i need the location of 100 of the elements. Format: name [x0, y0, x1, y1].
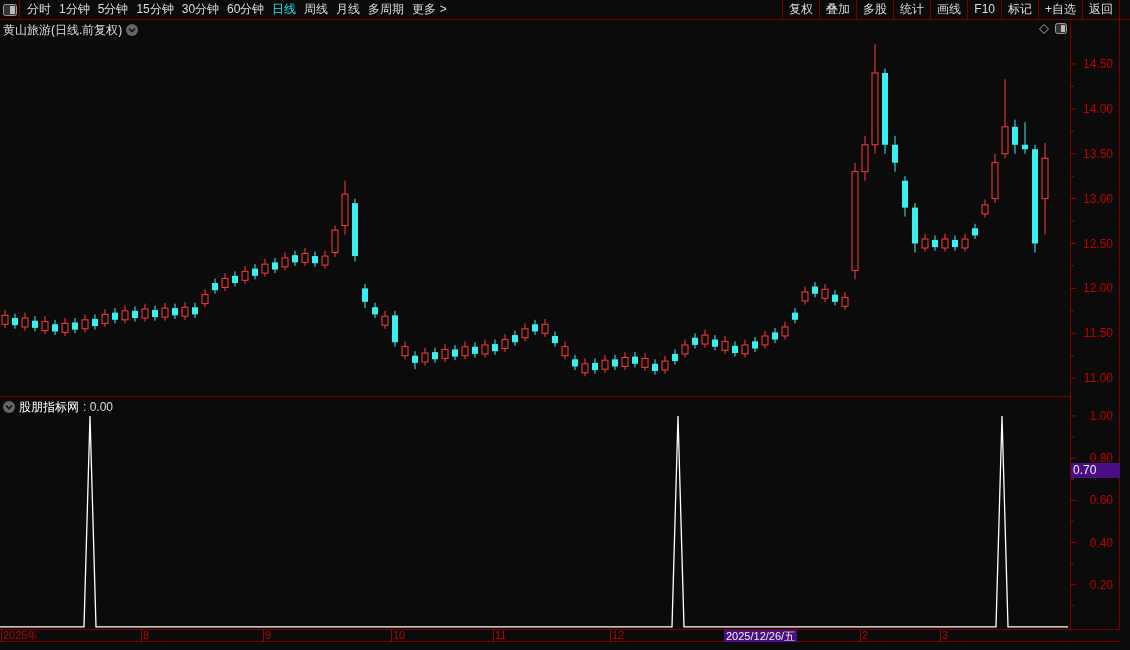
candle	[212, 278, 218, 295]
candle	[441, 343, 449, 363]
candle	[61, 317, 69, 337]
candle	[572, 354, 578, 371]
candle	[401, 340, 409, 360]
candle	[701, 329, 709, 349]
candle	[132, 305, 138, 323]
toolbar-button[interactable]: 画线	[930, 0, 968, 19]
candle	[552, 330, 558, 348]
candle	[392, 310, 398, 348]
toolbar-button[interactable]: +自选	[1038, 0, 1082, 19]
indicator-axis-label: 1.00	[1089, 408, 1113, 423]
candle	[732, 340, 738, 358]
candle	[641, 352, 649, 372]
price-label: 14.00	[1082, 101, 1113, 116]
candle	[541, 318, 549, 338]
candle	[772, 327, 778, 344]
candle	[832, 289, 838, 306]
candle	[232, 270, 238, 288]
candle	[12, 313, 18, 330]
candle	[661, 355, 669, 375]
date-label: 11	[495, 629, 507, 642]
candle	[112, 307, 118, 324]
candle	[252, 263, 258, 280]
indicator-name: 股朋指标网	[19, 399, 79, 416]
dropdown-icon[interactable]	[126, 24, 139, 36]
candle	[321, 250, 329, 270]
toolbar-button[interactable]: 叠加	[819, 0, 857, 19]
indicator-axis-label: 0.40	[1089, 535, 1113, 550]
period-tab[interactable]: 周线	[300, 0, 333, 19]
layout-toggle-button[interactable]	[0, 0, 20, 20]
candle	[161, 302, 169, 322]
diamond-icon[interactable]	[1039, 23, 1049, 34]
candle	[101, 308, 109, 328]
candle	[192, 302, 198, 319]
candle	[1, 309, 9, 329]
candle	[561, 340, 569, 360]
cursor-value-label: 0.70	[1071, 463, 1120, 478]
period-tab[interactable]: 5分钟	[93, 0, 133, 19]
candle	[902, 175, 908, 218]
candle	[452, 344, 458, 361]
candle	[472, 341, 478, 358]
period-tab[interactable]: 1分钟	[55, 0, 94, 19]
panel-toggle-icon[interactable]	[1055, 23, 1067, 34]
indicator-axis-label: 0.20	[1089, 577, 1113, 592]
toolbar-button[interactable]: 复权	[782, 0, 820, 19]
candle	[752, 336, 758, 353]
period-tab[interactable]: 多周期	[364, 0, 409, 19]
candle	[741, 339, 749, 358]
candle	[152, 304, 158, 322]
period-tab[interactable]: 15分钟	[132, 0, 178, 19]
toolbar-button[interactable]: F10	[967, 0, 1001, 19]
period-tab[interactable]: 更多 >	[408, 0, 451, 19]
candle	[632, 351, 638, 368]
toolbar-button[interactable]: 多股	[856, 0, 894, 19]
toolbar-button[interactable]: 统计	[893, 0, 931, 19]
candle	[172, 303, 178, 320]
candle	[581, 357, 589, 377]
candle	[841, 291, 849, 311]
candle	[221, 272, 229, 292]
candle	[952, 234, 958, 252]
toolbar-button[interactable]: 标记	[1001, 0, 1038, 19]
candle	[32, 315, 38, 332]
candle	[721, 335, 729, 355]
period-tab[interactable]: 30分钟	[177, 0, 224, 19]
price-label: 13.50	[1082, 146, 1113, 161]
period-tab[interactable]: 日线	[268, 0, 301, 19]
indicator-value: : 0.00	[83, 399, 114, 416]
candle	[92, 313, 98, 331]
candle	[941, 233, 949, 253]
candle	[272, 257, 278, 274]
chart-title: 黄山旅游(日线.前复权)	[3, 22, 123, 39]
candle	[362, 283, 368, 309]
candle	[681, 339, 689, 358]
date-label: 12	[612, 629, 625, 642]
price-label: 14.50	[1082, 56, 1113, 71]
date-label: 10	[393, 629, 406, 642]
candle	[761, 330, 769, 350]
candle	[241, 265, 249, 285]
date-label: 8	[143, 629, 150, 642]
price-label: 12.50	[1082, 236, 1113, 251]
period-tab[interactable]: 分时	[23, 0, 55, 19]
period-tab[interactable]: 月线	[332, 0, 365, 19]
candle	[461, 340, 469, 360]
indicator-axis-label: 0.80	[1089, 451, 1113, 466]
toolbar-button[interactable]: 返回	[1082, 0, 1119, 19]
period-tab[interactable]: 60分钟	[223, 0, 269, 19]
candle	[532, 319, 538, 336]
candle	[352, 198, 358, 262]
candle	[301, 247, 309, 267]
candle	[961, 233, 969, 253]
candle	[481, 339, 489, 358]
candle	[312, 251, 318, 268]
candle	[41, 315, 49, 335]
candle	[141, 303, 149, 323]
candle	[1012, 119, 1018, 155]
candle	[672, 348, 678, 366]
dropdown-icon[interactable]	[3, 401, 15, 413]
candle	[612, 354, 618, 371]
candle	[421, 347, 429, 367]
